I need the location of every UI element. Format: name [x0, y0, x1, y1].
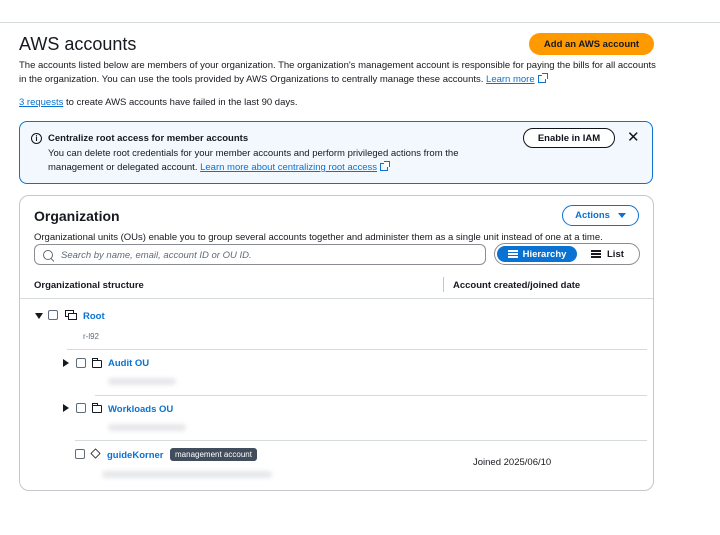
list-icon — [591, 250, 601, 258]
add-aws-account-button[interactable]: Add an AWS account — [529, 33, 654, 55]
folder-icon — [91, 358, 102, 368]
audit-ou-checkbox[interactable] — [76, 358, 86, 368]
close-icon[interactable]: ✕ — [627, 130, 640, 145]
management-account-badge: management account — [170, 448, 257, 461]
folder-icon — [91, 403, 102, 413]
redacted-id — [108, 424, 186, 431]
redacted-account-details — [102, 471, 272, 478]
actions-label: Actions — [575, 210, 610, 221]
failed-requests-notice: 3 requests to create AWS accounts have f… — [19, 97, 298, 108]
list-label: List — [607, 248, 624, 260]
requests-link[interactable]: 3 requests — [19, 97, 63, 108]
actions-dropdown-button[interactable]: Actions — [562, 205, 639, 226]
root-link[interactable]: Root — [83, 311, 105, 322]
centralizing-root-access-link[interactable]: Learn more about centralizing root acces… — [200, 162, 377, 173]
account-link[interactable]: guideKorner — [107, 450, 163, 461]
column-header-structure: Organizational structure — [34, 280, 144, 291]
collapse-root-icon[interactable] — [35, 313, 43, 319]
top-divider — [0, 22, 720, 23]
search-input[interactable] — [59, 247, 483, 264]
row-divider — [75, 440, 647, 441]
learn-more-link[interactable]: Learn more — [486, 74, 535, 85]
workloads-ou-checkbox[interactable] — [76, 403, 86, 413]
row-divider — [67, 349, 647, 350]
intro-body: The accounts listed below are members of… — [19, 60, 656, 85]
account-checkbox[interactable] — [75, 449, 85, 459]
expand-workloads-ou-icon[interactable] — [63, 404, 69, 412]
view-toggle: Hierarchy List — [494, 243, 640, 265]
list-view-button[interactable]: List — [591, 246, 624, 262]
caret-down-icon — [617, 213, 626, 218]
organization-panel: Organization Actions Organizational unit… — [19, 195, 654, 491]
column-header-joined-date: Account created/joined date — [453, 280, 581, 291]
enable-in-iam-button[interactable]: Enable in IAM — [523, 128, 615, 148]
redacted-id — [108, 378, 176, 385]
account-joined-date: Joined 2025/06/10 — [473, 457, 552, 468]
search-field[interactable] — [34, 244, 486, 265]
organization-description: Organizational units (OUs) enable you to… — [34, 232, 603, 243]
alert-body: You can delete root credentials for your… — [48, 147, 488, 175]
workloads-ou-link[interactable]: Workloads OU — [108, 404, 173, 415]
info-icon: i — [31, 133, 42, 144]
header-divider — [20, 298, 653, 299]
root-access-alert: i Centralize root access for member acco… — [19, 121, 653, 184]
organization-title: Organization — [34, 208, 120, 224]
row-divider — [95, 395, 647, 396]
hierarchy-view-button[interactable]: Hierarchy — [497, 246, 577, 262]
root-folders-icon — [65, 310, 78, 321]
hierarchy-label: Hierarchy — [522, 248, 567, 260]
external-link-icon — [537, 72, 548, 83]
account-cube-icon — [90, 448, 101, 459]
external-link-icon — [380, 161, 391, 171]
expand-audit-ou-icon[interactable] — [63, 359, 69, 367]
page-title: AWS accounts — [19, 34, 137, 54]
requests-text: to create AWS accounts have failed in th… — [63, 97, 298, 108]
root-checkbox[interactable] — [48, 310, 58, 320]
hierarchy-icon — [507, 250, 518, 258]
search-icon — [43, 250, 53, 260]
audit-ou-link[interactable]: Audit OU — [108, 358, 149, 369]
alert-title: Centralize root access for member accoun… — [48, 133, 249, 144]
intro-text: The accounts listed below are members of… — [19, 59, 659, 86]
column-separator — [443, 277, 444, 292]
root-id: r-l92 — [83, 332, 100, 341]
